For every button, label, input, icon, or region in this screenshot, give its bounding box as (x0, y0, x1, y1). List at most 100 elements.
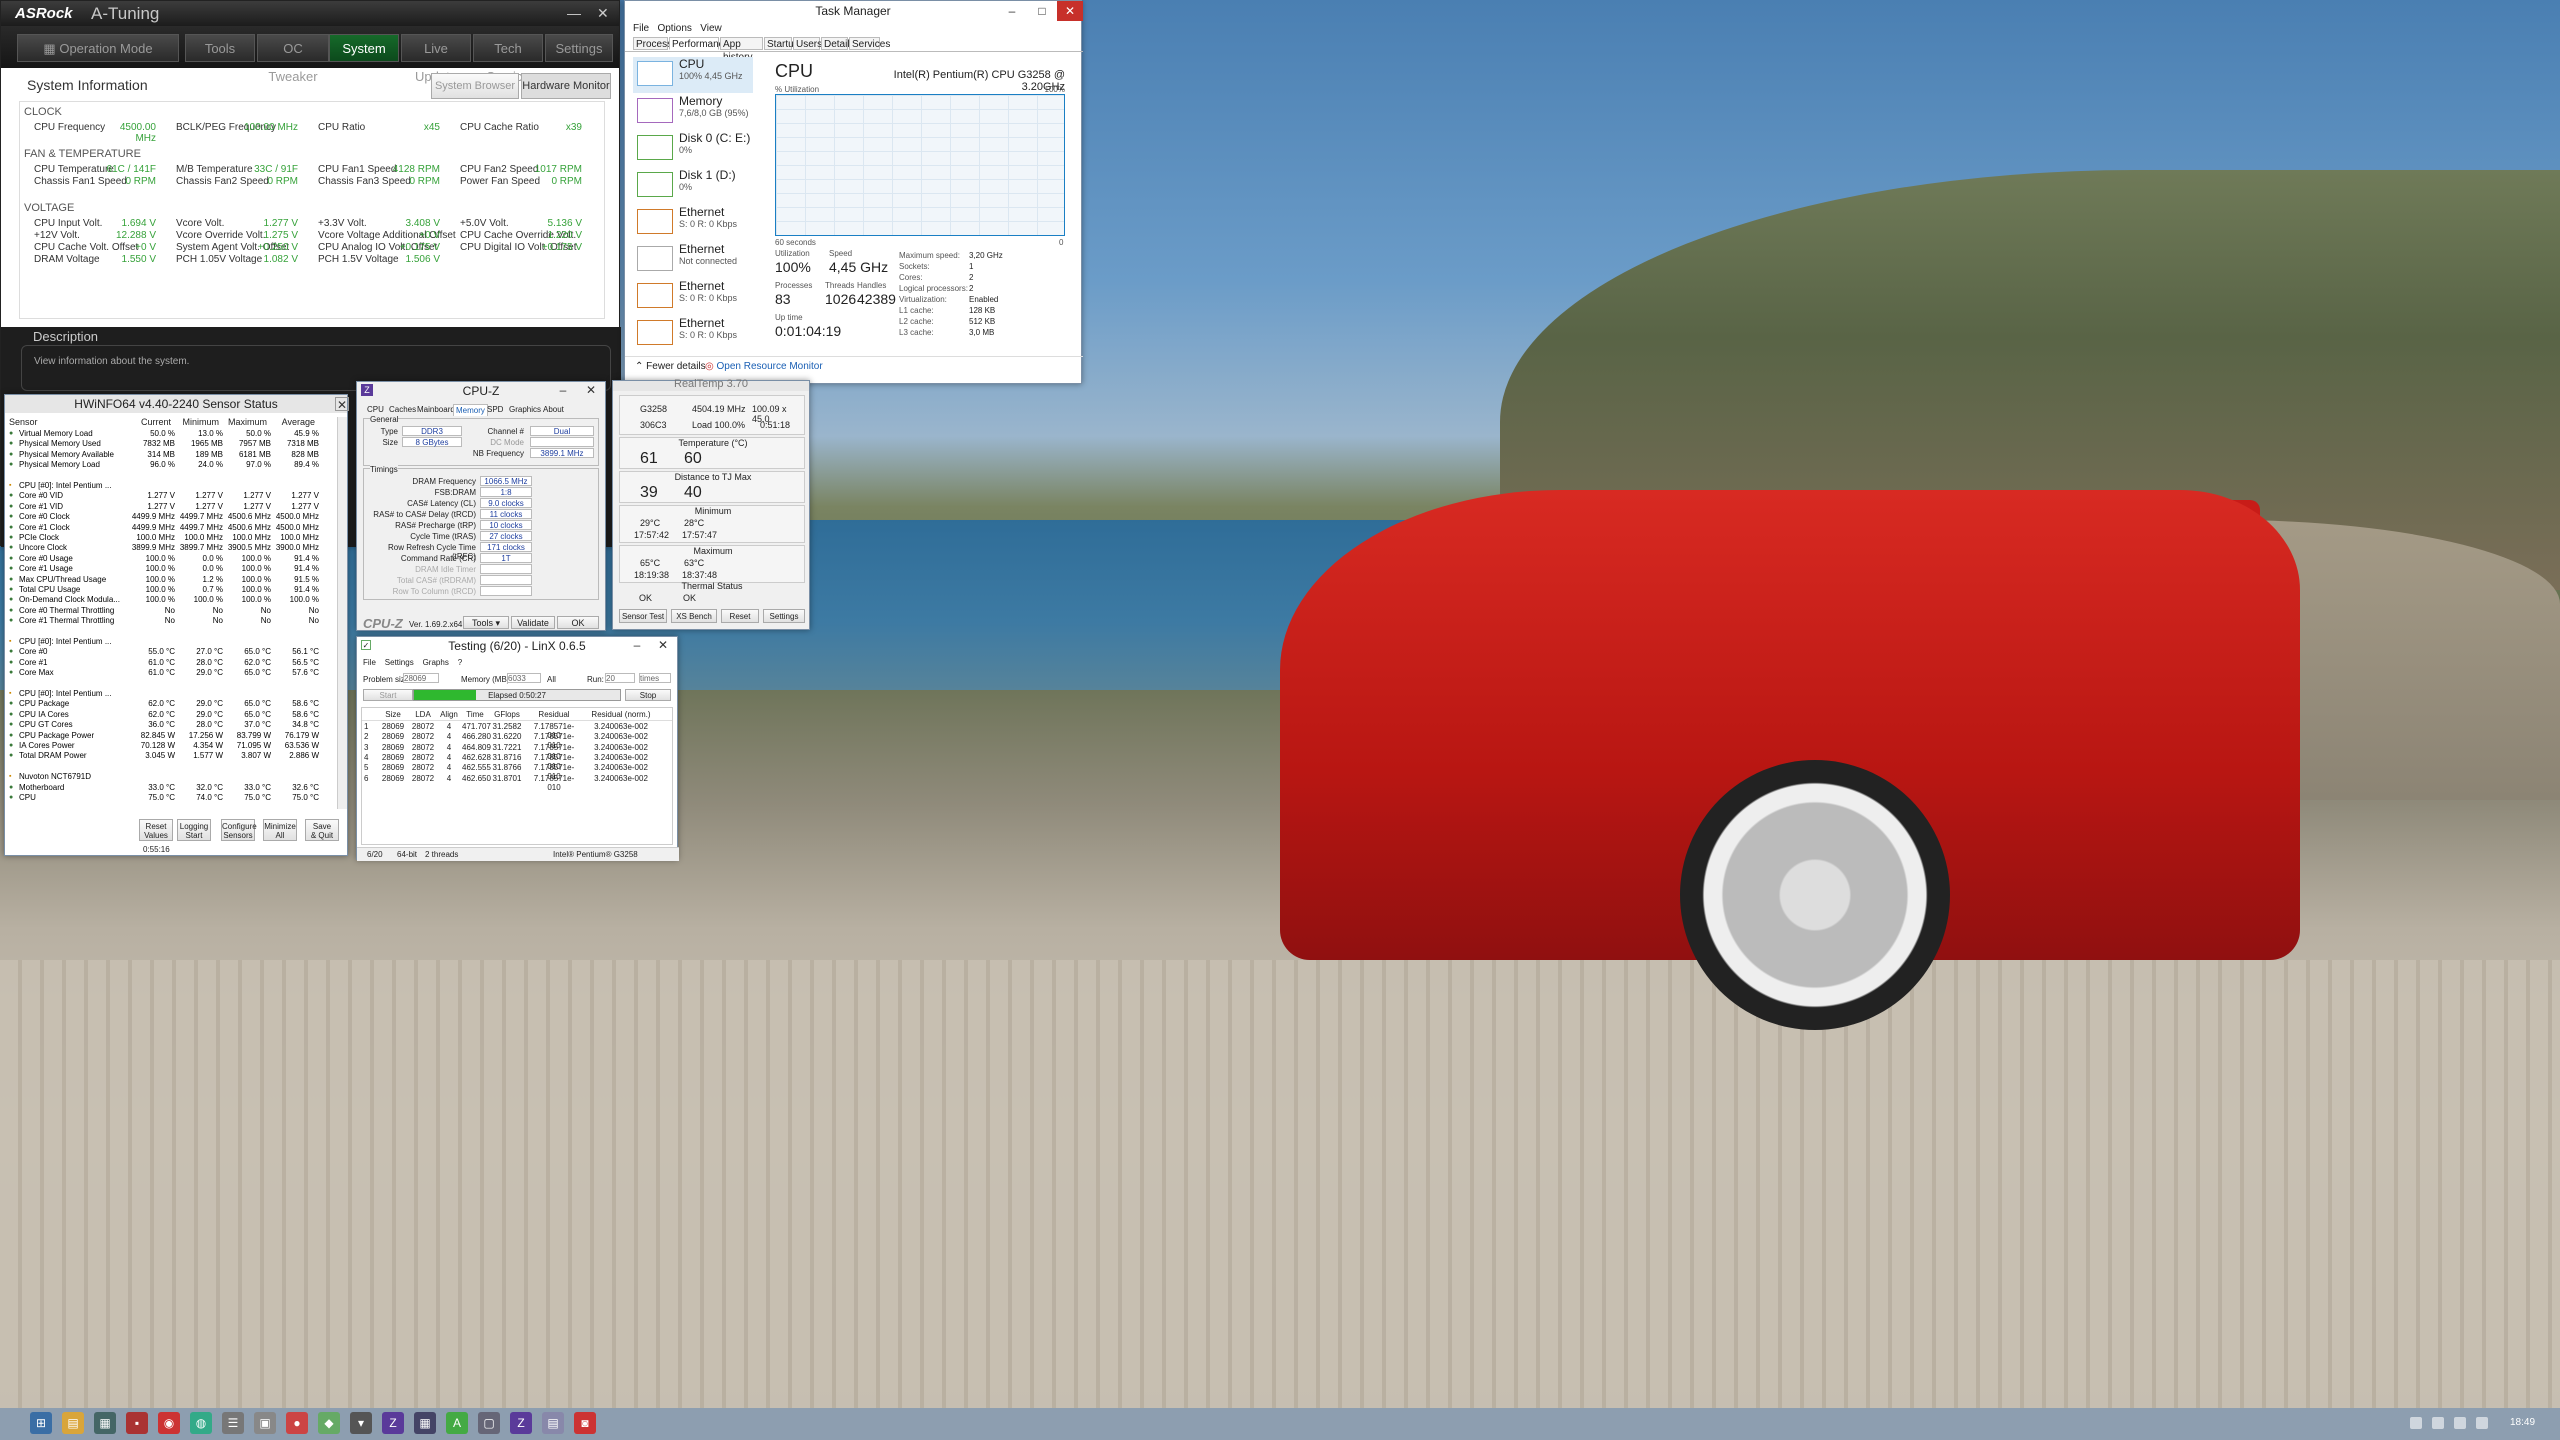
app-icon[interactable]: ◆ (318, 1412, 340, 1434)
table-row[interactable] (9, 762, 335, 772)
menu-graphs[interactable]: Graphs (423, 658, 449, 667)
table-row[interactable]: ● Core Max 61.0 °C 29.0 °C 65.0 °C 57.6 °C (9, 668, 335, 678)
nav-system-info[interactable]: System Info (329, 34, 399, 84)
run-field[interactable]: 20 (605, 673, 635, 683)
tab-mainboard[interactable]: Mainboard (415, 404, 457, 415)
app-icon[interactable]: A (446, 1412, 468, 1434)
app-icon[interactable]: ▦ (94, 1412, 116, 1434)
close-button[interactable]: ✕ (335, 397, 349, 412)
menu-help[interactable]: ? (458, 658, 462, 667)
stop-button[interactable]: Stop (625, 689, 671, 701)
table-row[interactable]: ● Total DRAM Power 3.045 W 1.577 W 3.807 W 2.… (9, 751, 335, 761)
app-icon[interactable]: ▾ (350, 1412, 372, 1434)
table-row[interactable]: ● Total CPU Usage 100.0 % 0.7 % 100.0 % 91.4 … (9, 585, 335, 595)
cpuz-icon[interactable]: Z (510, 1412, 532, 1434)
table-row[interactable]: 3 28069 28072 4 464.809 31.7221 7.178571e-010 3… (362, 743, 672, 761)
times-select[interactable]: times (639, 673, 671, 683)
explorer-icon[interactable]: ▤ (62, 1412, 84, 1434)
tab-cpu[interactable]: CPU (365, 404, 386, 415)
open-resource-monitor-link[interactable]: ◎ Open Resource Monitor (705, 361, 823, 372)
realtemp-button[interactable]: XS Bench (671, 609, 717, 623)
column-header[interactable]: Current (125, 417, 171, 427)
table-row[interactable]: ● Physical Memory Available 314 MB 189 MB 61… (9, 450, 335, 460)
volume-icon[interactable] (2432, 1417, 2444, 1429)
resource-item[interactable]: Ethernet S: 0 R: 0 Kbps (633, 316, 753, 352)
tm-titlebar[interactable]: Task Manager – □ ✕ (625, 1, 1083, 21)
table-row[interactable]: ▪ Nuvoton NCT6791D (9, 772, 335, 782)
hwinfo-titlebar[interactable]: HWiNFO64 v4.40-2240 Sensor Status ✕ (5, 395, 349, 413)
fewer-details-link[interactable]: ⌃ Fewer details (635, 361, 706, 372)
app-icon[interactable]: ◍ (190, 1412, 212, 1434)
nav-tools[interactable]: Tools (185, 34, 255, 62)
taskbar-clock[interactable]: 18:49 (2510, 1417, 2535, 1428)
menu-file[interactable]: File (363, 658, 376, 667)
tools-button[interactable]: Tools ▾ (463, 616, 509, 629)
tab-performance[interactable]: Performance (669, 37, 729, 50)
close-button[interactable]: ✕ (581, 382, 601, 398)
realtemp-button[interactable]: Settings (763, 609, 805, 623)
hwinfo-button[interactable]: Configure Sensors (221, 819, 257, 841)
tab-details[interactable]: Details (821, 37, 855, 50)
tab-caches[interactable]: Caches (387, 404, 418, 415)
maximize-button[interactable]: □ (1027, 1, 1057, 21)
ok-button[interactable]: OK (557, 616, 599, 629)
tab-users[interactable]: Users (793, 37, 822, 50)
table-row[interactable]: ● Core #0 Thermal Throttling No No No No (9, 606, 335, 616)
flag-icon[interactable] (2454, 1417, 2466, 1429)
start-button[interactable]: Start (363, 689, 413, 701)
table-row[interactable]: 4 28069 28072 4 462.628 31.8716 7.178571e-010 3… (362, 753, 672, 771)
minimize-button[interactable]: — (567, 5, 581, 21)
column-header[interactable]: Maximum (221, 417, 267, 427)
app-icon[interactable]: ● (286, 1412, 308, 1434)
cpuz-titlebar[interactable]: Z CPU-Z – ✕ (357, 382, 605, 400)
column-header[interactable]: Residual (528, 710, 580, 719)
resource-item[interactable]: Ethernet Not connected (633, 242, 753, 278)
hwinfo-button[interactable]: Minimize All (263, 819, 297, 841)
table-row[interactable]: ● Core #1 VID 1.277 V 1.277 V 1.277 V 1.277 V (9, 502, 335, 512)
tab-about[interactable]: About (541, 404, 566, 415)
table-row[interactable]: ● Core #0 Clock 4499.9 MHz 4499.7 MHz 4500.6… (9, 512, 335, 522)
close-button[interactable]: ✕ (597, 5, 609, 22)
table-row[interactable]: ● Max CPU/Thread Usage 100.0 % 1.2 % 100.0 %… (9, 575, 335, 585)
minimize-button[interactable]: – (997, 1, 1027, 21)
all-checkbox-label[interactable]: All (547, 675, 556, 684)
validate-button[interactable]: Validate (511, 616, 555, 629)
column-header[interactable]: Time (462, 710, 488, 719)
table-row[interactable]: ● Core #1 Usage 100.0 % 0.0 % 100.0 % 91.4 % (9, 564, 335, 574)
table-row[interactable]: ▪ CPU [#0]: Intel Pentium ... (9, 637, 335, 647)
hwinfo-scrollbar[interactable] (337, 417, 347, 809)
resource-item[interactable]: Disk 0 (C: E:) 0% (633, 131, 753, 167)
column-header[interactable]: Size (380, 710, 406, 719)
column-header[interactable]: Average (269, 417, 315, 427)
tab-graphics[interactable]: Graphics (507, 404, 543, 415)
tab-app-history[interactable]: App history (720, 37, 763, 63)
table-row[interactable]: 6 28069 28072 4 462.650 31.8701 7.178571e-010 3… (362, 774, 672, 792)
minimize-button[interactable]: – (627, 637, 647, 653)
close-button[interactable]: ✕ (653, 637, 673, 653)
resource-item[interactable]: Ethernet S: 0 R: 0 Kbps (633, 279, 753, 315)
table-row[interactable]: 1 28069 28072 4 471.707 31.2582 7.178571e-010 3… (362, 722, 672, 740)
nav-operation-mode[interactable]: ▦ Operation Mode (17, 34, 179, 62)
tab-startup[interactable]: Startup (764, 37, 799, 50)
column-header[interactable]: Minimum (173, 417, 219, 427)
column-header[interactable]: Sensor (9, 417, 109, 427)
realtemp-titlebar[interactable]: RealTemp 3.70 (613, 379, 809, 391)
resource-item[interactable]: CPU 100% 4,45 GHz (633, 57, 753, 93)
asrock-titlebar[interactable]: ASRock A-Tuning — ✕ (1, 1, 619, 26)
nav-oc-tweaker[interactable]: OC Tweaker (257, 34, 329, 84)
table-row[interactable]: ● IA Cores Power 70.128 W 4.354 W 71.095 W 63… (9, 741, 335, 751)
table-row[interactable]: ● CPU 75.0 °C 74.0 °C 75.0 °C 75.0 °C (9, 793, 335, 803)
close-button[interactable]: ✕ (1057, 1, 1083, 21)
nav-settings[interactable]: Settings (545, 34, 613, 62)
table-row[interactable]: ● Core #0 Usage 100.0 % 0.0 % 100.0 % 91.4 % (9, 554, 335, 564)
column-header[interactable]: GFlops (492, 710, 522, 719)
column-header[interactable]: LDA (410, 710, 436, 719)
resource-item[interactable]: Ethernet S: 0 R: 0 Kbps (633, 205, 753, 241)
app-icon[interactable]: ☰ (222, 1412, 244, 1434)
column-header[interactable]: Align (440, 710, 458, 719)
table-row[interactable]: ● CPU Package Power 82.845 W 17.256 W 83.799… (9, 731, 335, 741)
tab-memory[interactable]: Memory (453, 404, 488, 416)
column-header[interactable]: Residual (norm.) (586, 710, 656, 719)
app-icon[interactable]: ◙ (574, 1412, 596, 1434)
table-row[interactable] (9, 627, 335, 637)
